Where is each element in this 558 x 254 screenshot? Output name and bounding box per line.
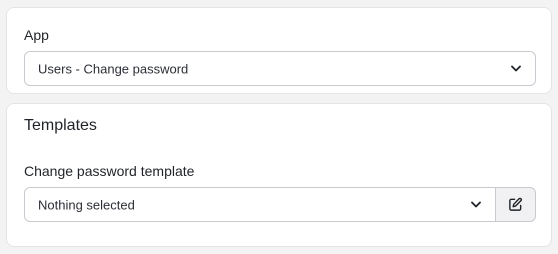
app-select-value: Users - Change password bbox=[38, 61, 189, 76]
app-label: App bbox=[24, 27, 49, 43]
template-select-group: Nothing selected bbox=[24, 187, 536, 222]
app-select[interactable]: Users - Change password bbox=[24, 51, 536, 86]
edit-template-button[interactable] bbox=[495, 187, 536, 222]
change-password-template-label: Change password template bbox=[24, 163, 195, 179]
change-password-template-select[interactable]: Nothing selected bbox=[24, 187, 496, 222]
edit-icon bbox=[508, 197, 523, 212]
page: App Users - Change password Templates Ch… bbox=[0, 0, 558, 254]
chevron-down-icon bbox=[511, 64, 521, 74]
template-select-value: Nothing selected bbox=[38, 197, 135, 212]
templates-title: Templates bbox=[24, 117, 97, 134]
chevron-down-icon bbox=[471, 200, 481, 210]
templates-card: Templates Change password template Nothi… bbox=[6, 103, 552, 247]
app-card: App Users - Change password bbox=[6, 7, 552, 94]
